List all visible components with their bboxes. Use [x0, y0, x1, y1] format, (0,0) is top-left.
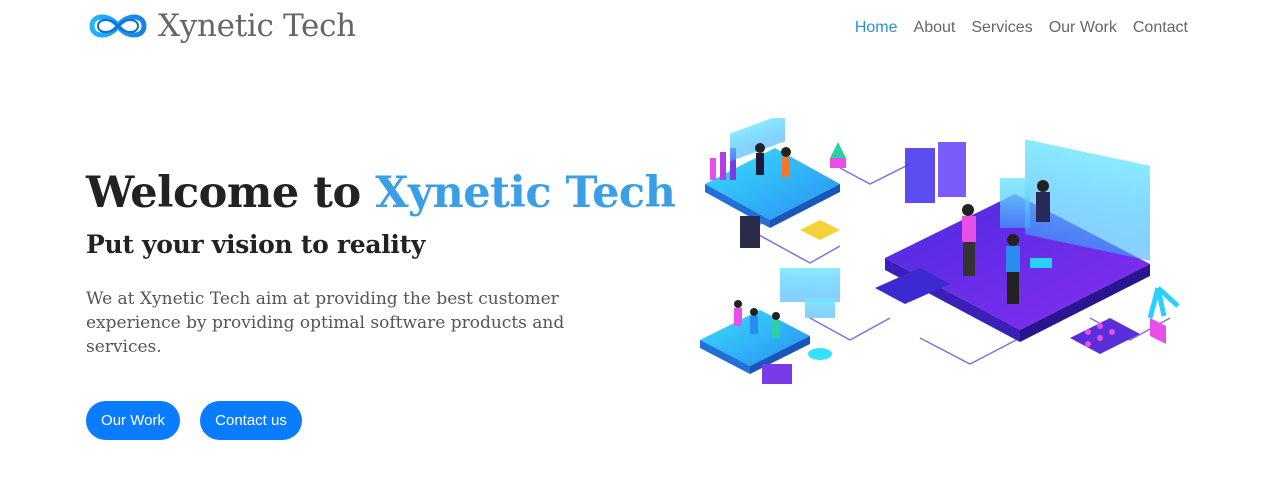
main-nav: Home About Services Our Work Contact: [855, 19, 1188, 37]
hero-subtitle: Put your vision to reality: [86, 230, 426, 259]
platform-team: [700, 268, 840, 384]
isometric-tech-illustration: [700, 118, 1180, 384]
platform-analytics: [705, 118, 846, 228]
nav-contact[interactable]: Contact: [1133, 19, 1188, 37]
nav-about[interactable]: About: [914, 19, 956, 37]
hero-description: We at Xynetic Tech aim at providing the …: [86, 289, 565, 357]
nav-home[interactable]: Home: [855, 19, 898, 37]
infinity-icon: [89, 14, 147, 38]
our-work-button[interactable]: Our Work: [86, 401, 180, 440]
nav-our-work[interactable]: Our Work: [1049, 19, 1117, 37]
contact-us-button[interactable]: Contact us: [200, 401, 302, 440]
logo-text: Xynetic Tech: [158, 8, 356, 44]
platform-main: [875, 139, 1150, 342]
hero-title: Welcome to Xynetic Tech: [86, 168, 676, 218]
logo[interactable]: Xynetic Tech: [86, 8, 356, 44]
hero-title-prefix: Welcome to: [86, 168, 376, 218]
hero-title-brand: Xynetic Tech: [375, 168, 676, 218]
nav-services[interactable]: Services: [971, 19, 1032, 37]
